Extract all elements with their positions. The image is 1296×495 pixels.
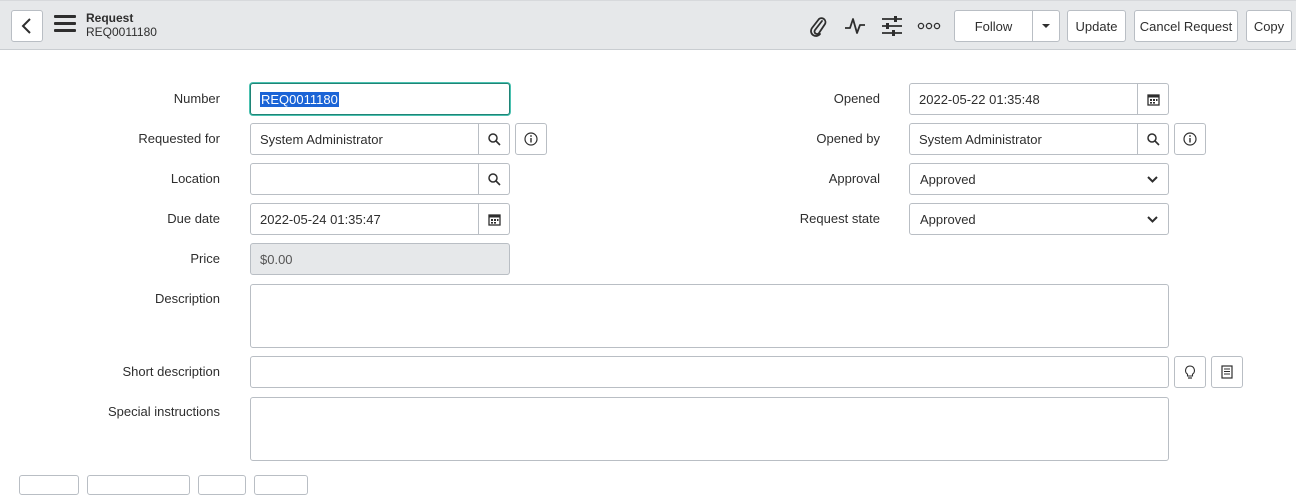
chevron-down-icon: [1147, 215, 1158, 223]
cancel-request-button[interactable]: Cancel Request: [1134, 10, 1238, 42]
more-icon[interactable]: [917, 14, 941, 38]
info-icon: [524, 132, 538, 146]
search-icon: [487, 132, 501, 146]
form-title: Request REQ0011180: [86, 11, 157, 39]
approval-label: Approval: [828, 171, 880, 186]
form-header: Request REQ0011180 Follow Update Cancel …: [0, 0, 1296, 50]
request-state-label: Request state: [799, 211, 880, 226]
due-date-calendar-button[interactable]: [478, 203, 510, 235]
calendar-icon: [1146, 93, 1160, 106]
special-instructions-label: Special instructions: [108, 404, 220, 419]
location-lookup-button[interactable]: [478, 163, 510, 195]
short-description-label: Short description: [122, 364, 220, 379]
opened-calendar-button[interactable]: [1137, 83, 1169, 115]
requested-for-field[interactable]: System Administrator: [250, 123, 479, 155]
due-date-value: 2022-05-24 01:35:47: [260, 211, 381, 227]
lightbulb-icon: [1185, 364, 1195, 379]
update-button[interactable]: Update: [1067, 10, 1126, 42]
description-textarea[interactable]: [250, 284, 1169, 348]
opened-by-field[interactable]: System Administrator: [909, 123, 1138, 155]
back-button[interactable]: [11, 10, 43, 42]
record-number: REQ0011180: [86, 25, 157, 39]
price-value: $0.00: [260, 251, 293, 267]
request-state-select[interactable]: Approved: [909, 203, 1169, 235]
approval-select[interactable]: Approved: [909, 163, 1169, 195]
sliders-icon[interactable]: [880, 14, 904, 38]
bottom-action-button[interactable]: [87, 475, 190, 495]
opened-by-value: System Administrator: [919, 131, 1042, 147]
calendar-icon: [487, 213, 501, 226]
price-field: $0.00: [250, 243, 510, 275]
chevron-left-icon: [21, 18, 31, 34]
location-label: Location: [170, 171, 220, 186]
short-description-field[interactable]: [250, 356, 1169, 388]
requested-for-label: Requested for: [138, 131, 220, 146]
opened-value: 2022-05-22 01:35:48: [919, 91, 1040, 107]
paperclip-icon[interactable]: [806, 14, 830, 38]
follow-button[interactable]: Follow: [954, 10, 1033, 42]
special-instructions-textarea[interactable]: [250, 397, 1169, 461]
search-icon: [1146, 132, 1160, 146]
caret-down-icon: [1042, 24, 1050, 28]
follow-dropdown-button[interactable]: [1032, 10, 1060, 42]
copy-button[interactable]: Copy: [1246, 10, 1292, 42]
opened-by-lookup-button[interactable]: [1137, 123, 1169, 155]
activity-icon[interactable]: [843, 14, 867, 38]
number-field[interactable]: REQ0011180: [250, 83, 510, 115]
requested-for-lookup-button[interactable]: [478, 123, 510, 155]
search-icon: [487, 172, 501, 186]
due-date-label: Due date: [167, 211, 220, 226]
opened-label: Opened: [833, 91, 880, 106]
opened-field[interactable]: 2022-05-22 01:35:48: [909, 83, 1138, 115]
opened-by-label: Opened by: [816, 131, 880, 146]
number-value: REQ0011180: [260, 91, 339, 107]
requested-for-value: System Administrator: [260, 131, 383, 147]
bottom-action-button[interactable]: [254, 475, 308, 495]
due-date-field[interactable]: 2022-05-24 01:35:47: [250, 203, 479, 235]
location-field[interactable]: [250, 163, 479, 195]
description-label: Description: [154, 291, 220, 306]
book-icon: [1221, 365, 1233, 379]
price-label: Price: [190, 251, 220, 266]
menu-icon[interactable]: [54, 15, 76, 35]
requested-for-info-button[interactable]: [515, 123, 547, 155]
opened-by-info-button[interactable]: [1174, 123, 1206, 155]
suggestion-button[interactable]: [1174, 356, 1206, 388]
number-label: Number: [173, 91, 220, 106]
template-button[interactable]: [1211, 356, 1243, 388]
approval-value: Approved: [920, 171, 976, 187]
bottom-action-button[interactable]: [198, 475, 246, 495]
bottom-action-button[interactable]: [19, 475, 79, 495]
request-state-value: Approved: [920, 211, 976, 227]
chevron-down-icon: [1147, 175, 1158, 183]
page-title: Request: [86, 11, 134, 25]
info-icon: [1183, 132, 1197, 146]
